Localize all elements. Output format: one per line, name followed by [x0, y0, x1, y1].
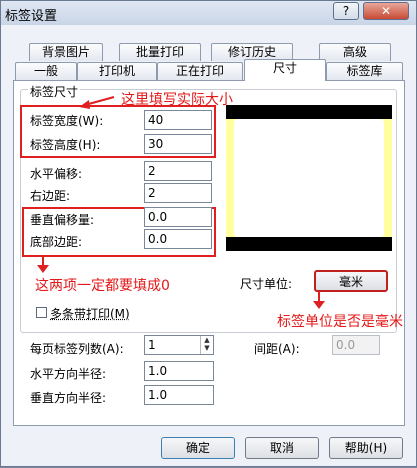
label-settings-dialog: 标签设置 ? ✕ 背景图片 批量打印 修订历史 高级 一般 打印机 正在打印 尺… [0, 0, 417, 467]
arrow-head-unit [313, 301, 325, 309]
annotation-fill-actual-size: 这里填写实际大小 [121, 92, 233, 108]
annotation-unit-mm: 标签单位是否是毫米 [277, 314, 403, 330]
annotation-arrows [37, 96, 325, 309]
annotation-must-fill-zero: 这两项一定都要填成0 [35, 278, 170, 294]
arrow-head-size [79, 100, 90, 109]
arrow-head-offset [37, 265, 49, 273]
